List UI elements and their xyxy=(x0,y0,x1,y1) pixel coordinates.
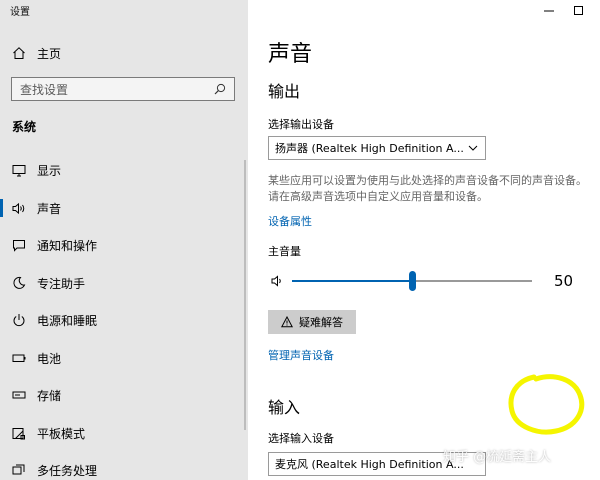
sidebar-item-notifications[interactable]: 通知和操作 xyxy=(0,233,248,257)
sidebar-item-label: 电源和睡眠 xyxy=(37,313,98,328)
power-icon xyxy=(12,313,26,327)
section-label: 系统 xyxy=(12,120,37,134)
sidebar-item-storage[interactable]: 存储 xyxy=(0,383,248,407)
search-icon xyxy=(214,83,226,95)
main-content: 声音 输出 选择输出设备 扬声器 (Realtek High Definitio… xyxy=(248,0,600,480)
battery-icon xyxy=(12,351,26,365)
window-controls xyxy=(534,0,594,20)
master-volume-label: 主音量 xyxy=(268,245,301,258)
search-placeholder: 查找设置 xyxy=(20,82,69,97)
sidebar-item-battery[interactable]: 电池 xyxy=(0,346,248,370)
sidebar-item-sound[interactable]: 声音 xyxy=(0,196,248,220)
output-description: 某些应用可以设置为使用与此处选择的声音设备不同的声音设备。请在高级声音选项中自定… xyxy=(268,174,587,203)
tablet-icon xyxy=(12,426,26,440)
storage-icon xyxy=(12,388,26,402)
sidebar-item-label: 电池 xyxy=(37,351,62,366)
sidebar-item-focus-assist[interactable]: 专注助手 xyxy=(0,271,248,295)
input-heading: 输入 xyxy=(268,398,301,417)
device-properties-link[interactable]: 设备属性 xyxy=(268,213,312,229)
sidebar-item-label: 平板模式 xyxy=(37,426,86,441)
input-device-label: 选择输入设备 xyxy=(268,432,334,445)
notification-icon xyxy=(12,238,26,252)
maximize-icon xyxy=(574,6,583,15)
home-label: 主页 xyxy=(37,46,62,61)
watermark: 知乎 @梳延斋主人 xyxy=(443,450,552,465)
output-device-label: 选择输出设备 xyxy=(268,118,334,131)
minimize-icon xyxy=(544,10,554,12)
settings-window: 设置 主页 查找设置 系统 显示 声音 通知和操作 专注助手 电源和睡眠 电池 … xyxy=(0,0,600,480)
volume-slider[interactable] xyxy=(292,271,532,291)
maximize-button[interactable] xyxy=(564,0,594,20)
speaker-icon xyxy=(12,201,26,215)
sidebar-item-multitasking[interactable]: 多任务处理 xyxy=(0,458,248,480)
sidebar-item-label: 多任务处理 xyxy=(37,463,98,478)
sidebar-item-label: 声音 xyxy=(37,201,62,216)
volume-value: 50 xyxy=(554,272,574,290)
output-device-value: 扬声器 (Realtek High Definition A... xyxy=(275,142,463,155)
app-title: 设置 xyxy=(10,7,30,18)
troubleshoot-label: 疑难解答 xyxy=(299,316,343,329)
sidebar-item-label: 专注助手 xyxy=(37,276,86,291)
master-volume-row: 50 xyxy=(268,270,578,292)
output-heading: 输出 xyxy=(268,82,301,101)
sidebar-item-label: 显示 xyxy=(37,163,62,178)
warning-icon xyxy=(281,316,293,328)
highlight-circle xyxy=(508,374,585,435)
chevron-down-icon xyxy=(468,145,478,151)
minimize-button[interactable] xyxy=(534,0,564,20)
sidebar-item-label: 存储 xyxy=(37,388,62,403)
troubleshoot-button[interactable]: 疑难解答 xyxy=(268,310,356,334)
moon-icon xyxy=(12,276,26,290)
monitor-icon xyxy=(12,163,26,177)
search-input[interactable]: 查找设置 xyxy=(11,77,235,101)
sidebar-scrollbar[interactable] xyxy=(244,160,246,430)
sidebar: 设置 主页 查找设置 系统 显示 声音 通知和操作 专注助手 电源和睡眠 电池 … xyxy=(0,0,248,480)
sidebar-item-display[interactable]: 显示 xyxy=(0,158,248,182)
multitask-icon xyxy=(12,463,26,477)
page-title: 声音 xyxy=(268,42,313,67)
volume-slider-fill xyxy=(292,280,412,282)
volume-slider-thumb[interactable] xyxy=(409,271,416,291)
sidebar-item-label: 通知和操作 xyxy=(37,238,98,253)
sidebar-item-tablet-mode[interactable]: 平板模式 xyxy=(0,421,248,445)
manage-sound-devices-link[interactable]: 管理声音设备 xyxy=(268,347,334,363)
volume-speaker-icon[interactable] xyxy=(271,275,285,287)
output-device-dropdown[interactable]: 扬声器 (Realtek High Definition A... xyxy=(268,136,486,160)
home-icon xyxy=(13,47,25,59)
sidebar-home[interactable]: 主页 xyxy=(12,43,61,63)
sidebar-item-power-sleep[interactable]: 电源和睡眠 xyxy=(0,308,248,332)
